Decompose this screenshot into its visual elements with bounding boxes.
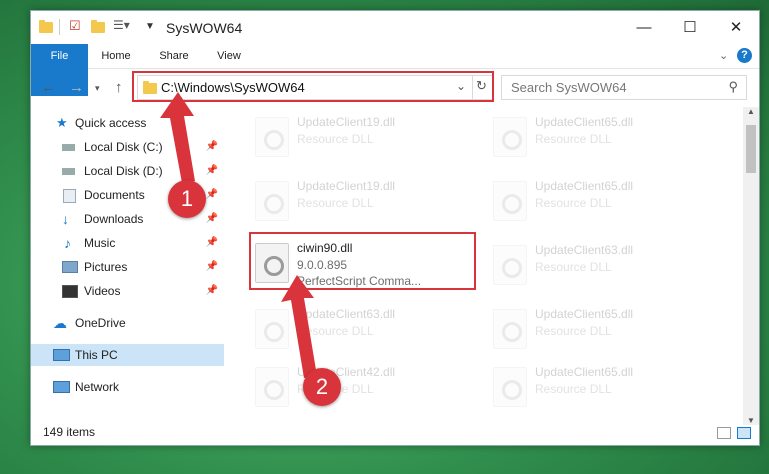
arrow-2 bbox=[281, 275, 317, 378]
step-badge-2: 2 bbox=[303, 368, 341, 406]
arrow-1 bbox=[160, 92, 195, 183]
annotation-arrows bbox=[160, 92, 317, 378]
step-badge-1: 1 bbox=[168, 180, 206, 218]
